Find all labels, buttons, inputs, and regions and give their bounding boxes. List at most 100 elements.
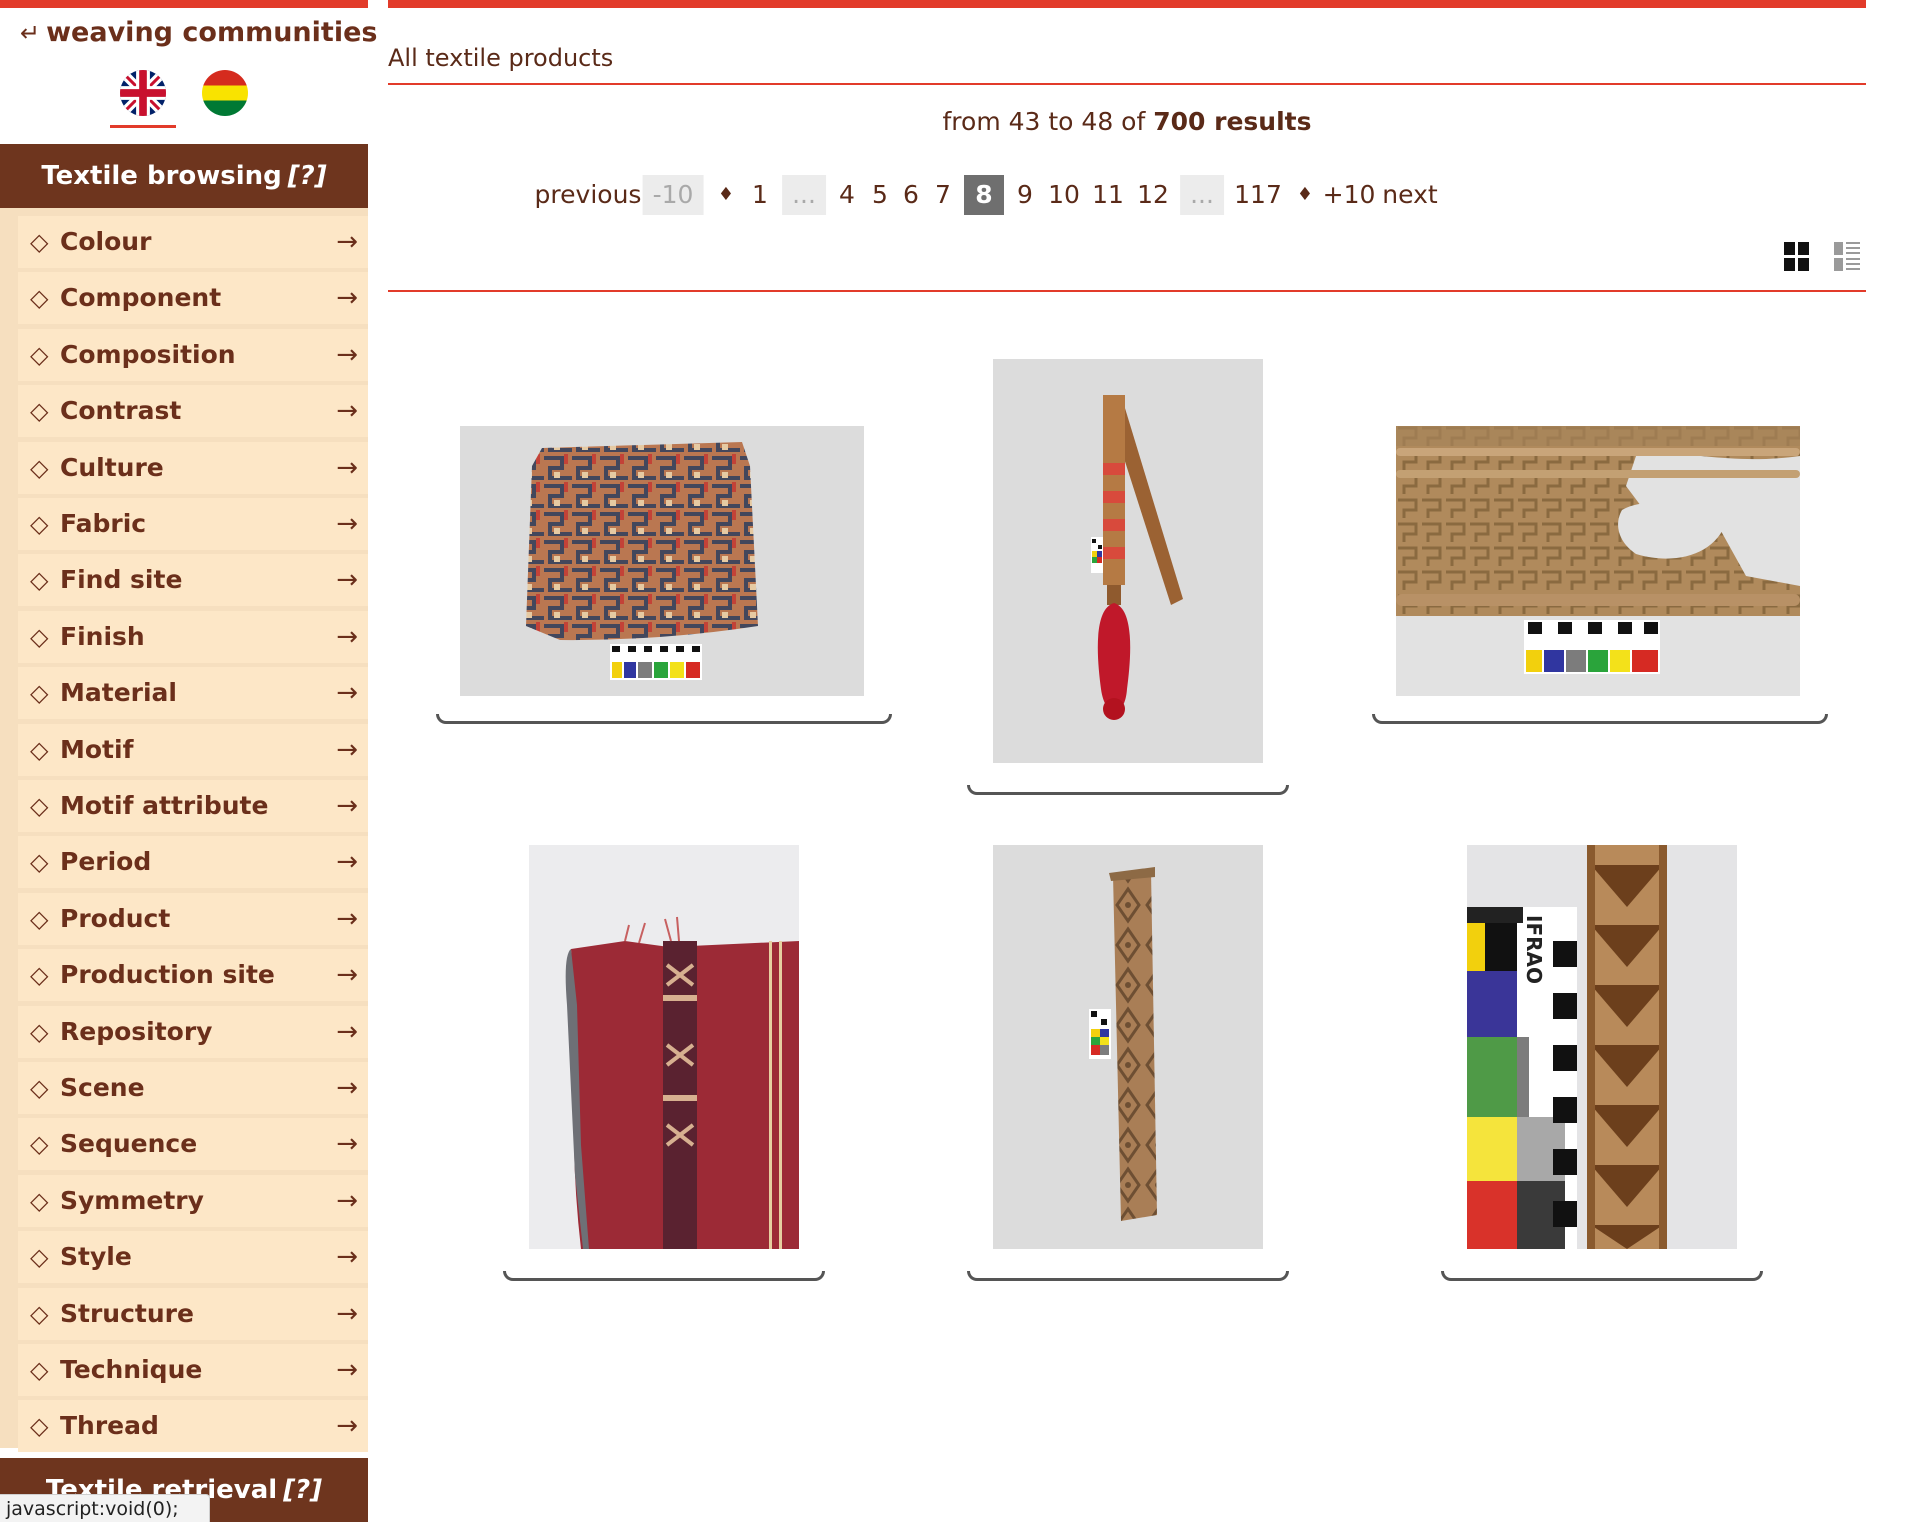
diamond-icon: ◇ (30, 622, 49, 651)
facet-item-finish[interactable]: ◇ Finish → (18, 610, 368, 663)
arrow-right-icon: → (336, 678, 358, 709)
page-ellipsis-right: ... (1180, 175, 1224, 215)
grid-view-icon[interactable] (1783, 240, 1811, 274)
facet-item-material[interactable]: ◇ Material → (18, 667, 368, 720)
facet-item-component[interactable]: ◇ Component → (18, 272, 368, 325)
facet-item-label: Finish (60, 621, 145, 651)
textile-image (1396, 426, 1800, 696)
facet-item-product[interactable]: ◇ Product → (18, 892, 368, 945)
page-6[interactable]: 6 (903, 175, 919, 215)
facet-item-label: Style (60, 1242, 132, 1272)
arrow-right-icon: → (336, 452, 358, 483)
browsing-help-link[interactable]: [?] (288, 161, 327, 191)
facet-item-motif-attribute[interactable]: ◇ Motif attribute → (18, 780, 368, 832)
card-shelf (503, 1271, 825, 1281)
facet-menu: ◇ Colour → ◇ Component → ◇ Composition → ◇ Contras… (0, 208, 368, 1453)
back-to-weaving-communities-link[interactable]: ↵ weaving communities (20, 17, 377, 48)
facet-item-label: Sequence (60, 1129, 198, 1159)
page-9[interactable]: 9 (1017, 175, 1033, 215)
arrow-right-icon: → (336, 339, 358, 370)
page-separator: ♦ (717, 184, 735, 205)
textile-image (529, 845, 799, 1249)
page-last[interactable]: 117 (1234, 175, 1282, 215)
page-12[interactable]: 12 (1137, 175, 1169, 215)
arrow-right-icon: → (336, 227, 358, 257)
facet-item-structure[interactable]: ◇ Structure → (18, 1287, 368, 1340)
page-5[interactable]: 5 (872, 175, 888, 215)
arrow-right-icon: → (336, 847, 358, 878)
page-minus-ten[interactable]: -10 (642, 175, 704, 215)
facet-item-culture[interactable]: ◇ Culture → (18, 441, 368, 494)
page-7[interactable]: 7 (935, 175, 951, 215)
list-view-icon[interactable] (1833, 240, 1861, 274)
facet-item-repository[interactable]: ◇ Repository → (18, 1005, 368, 1058)
textile-card[interactable] (436, 420, 892, 730)
page-current[interactable]: 8 (964, 175, 1004, 215)
facet-item-label: Find site (60, 565, 183, 595)
facet-item-label: Product (60, 903, 171, 933)
diamond-icon: ◇ (30, 397, 49, 426)
arrow-right-icon: → (336, 1185, 358, 1216)
card-shelf (967, 785, 1289, 795)
facet-item-label: Motif (60, 734, 134, 764)
facet-item-production-site[interactable]: ◇ Production site → (18, 949, 368, 1002)
facet-item-composition[interactable]: ◇ Composition → (18, 328, 368, 381)
results-summary: from 43 to 48 of 700 results (388, 107, 1866, 136)
facet-item-technique[interactable]: ◇ Technique → (18, 1344, 368, 1396)
facet-item-thread[interactable]: ◇ Thread → (18, 1400, 368, 1453)
facet-item-period[interactable]: ◇ Period → (18, 836, 368, 889)
facet-item-colour[interactable]: ◇ Colour → (18, 216, 368, 268)
page-plus-ten[interactable]: +10 (1323, 175, 1376, 215)
card-shelf (967, 1271, 1289, 1281)
return-arrow-icon: ↵ (20, 19, 41, 47)
main-top-accent (388, 0, 1866, 8)
diamond-icon: ◇ (30, 340, 49, 369)
results-divider (388, 290, 1866, 292)
page-next[interactable]: next (1382, 175, 1437, 215)
arrow-right-icon: → (336, 509, 358, 539)
facet-item-fabric[interactable]: ◇ Fabric → (18, 498, 368, 550)
page-1[interactable]: 1 (752, 175, 768, 215)
diamond-icon: ◇ (30, 453, 49, 482)
page-11[interactable]: 11 (1092, 175, 1124, 215)
facet-item-label: Production site (60, 960, 275, 990)
selected-language-underline (110, 125, 176, 128)
retrieval-help-link[interactable]: [?] (283, 1475, 322, 1505)
arrow-right-icon: → (336, 1073, 358, 1103)
card-shelf (436, 714, 892, 724)
textile-card[interactable] (967, 845, 1289, 1285)
textile-card[interactable]: IFRAO (1441, 845, 1763, 1285)
page-10[interactable]: 10 (1048, 175, 1080, 215)
facet-item-label: Culture (60, 452, 164, 482)
arrow-right-icon: → (336, 734, 358, 765)
textile-card[interactable] (967, 355, 1289, 795)
facet-item-label: Material (60, 678, 177, 708)
facet-item-label: Technique (60, 1355, 203, 1384)
diamond-icon: ◇ (30, 735, 49, 764)
diamond-icon: ◇ (30, 1412, 49, 1441)
facet-item-label: Symmetry (60, 1185, 204, 1215)
facet-item-sequence[interactable]: ◇ Sequence → (18, 1118, 368, 1171)
facet-item-style[interactable]: ◇ Style → (18, 1231, 368, 1284)
results-total: 700 results (1153, 107, 1312, 136)
facet-item-label: Component (60, 283, 222, 313)
bolivia-flag-icon[interactable] (202, 70, 248, 116)
facet-item-label: Motif attribute (60, 791, 269, 820)
facet-item-symmetry[interactable]: ◇ Symmetry → (18, 1174, 368, 1227)
diamond-icon: ◇ (30, 848, 49, 877)
uk-flag-icon[interactable] (120, 70, 166, 116)
diamond-icon: ◇ (30, 904, 49, 933)
facet-item-label: Repository (60, 1016, 213, 1046)
sidebar: ↵ weaving communities Textile browsing [?]… (0, 0, 377, 1522)
facet-item-scene[interactable]: ◇ Scene → (18, 1062, 368, 1114)
facet-item-find-site[interactable]: ◇ Find site → (18, 554, 368, 607)
page-4[interactable]: 4 (839, 175, 855, 215)
page-separator: ♦ (1296, 184, 1314, 205)
textile-card[interactable] (503, 845, 825, 1285)
arrow-right-icon: → (336, 396, 358, 427)
page-previous[interactable]: previous (535, 175, 642, 215)
arrow-right-icon: → (336, 1129, 358, 1160)
facet-item-motif[interactable]: ◇ Motif → (18, 723, 368, 776)
facet-item-contrast[interactable]: ◇ Contrast → (18, 385, 368, 438)
textile-card[interactable] (1372, 420, 1828, 730)
